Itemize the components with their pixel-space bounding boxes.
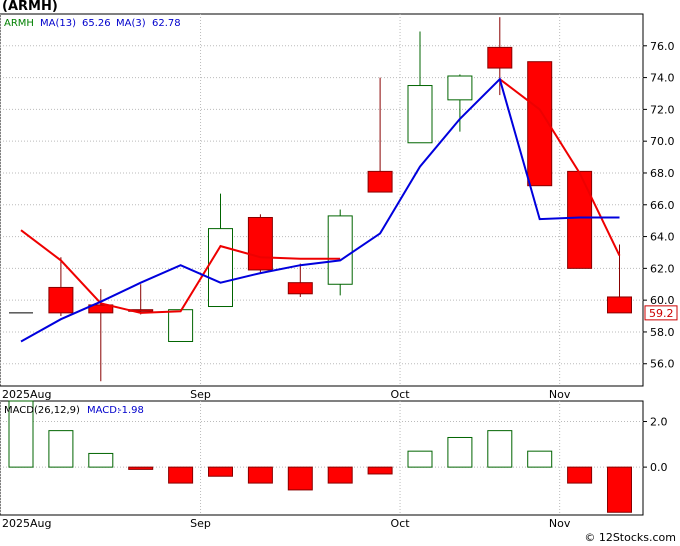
candle-body	[168, 309, 194, 342]
price-x-label: 2025Aug	[2, 388, 51, 401]
legend-ma3-label: MA(3)	[116, 18, 146, 29]
price-legend: ARMH MA(13) 65.26 MA(3) 62.78	[4, 18, 181, 29]
price-x-axis: 2025Aug Sep Oct Nov	[2, 388, 571, 401]
macd-panel: 2.0 0.0 MACD(26,12,9) MACD: -1.98	[0, 400, 668, 516]
price-x-label: Sep	[190, 388, 211, 401]
candle-body	[247, 216, 273, 271]
price-tick-label: 66.0	[650, 199, 675, 212]
price-panel: 56.0 58.0 60.0 62.0 64.0 66.0 68.0 70.0 72.0 74.0…	[0, 13, 678, 387]
macd-bar	[48, 430, 74, 468]
candle-body	[367, 170, 393, 193]
price-tick-label: 68.0	[650, 167, 675, 180]
legend-ma13-label: MA(13)	[40, 18, 76, 29]
candle-body	[567, 170, 593, 269]
macd-bar	[607, 466, 632, 513]
candle-body	[447, 75, 473, 101]
price-tick-label: 58.0	[650, 326, 675, 339]
price-tick-label: 62.0	[650, 262, 675, 275]
candle-body	[48, 286, 74, 314]
macd-x-label: Sep	[190, 517, 211, 530]
macd-x-axis: 2025Aug Sep Oct Nov	[2, 517, 571, 530]
macd-bar	[247, 466, 273, 484]
macd-bar	[527, 450, 553, 468]
price-tick-label: 70.0	[650, 135, 675, 148]
macd-x-label: 2025Aug	[2, 517, 51, 530]
stock-chart: 56.0 58.0 60.0 62.0 64.0 66.0 68.0 70.0 72.0 74.0…	[0, 13, 678, 530]
price-y-axis: 56.0 58.0 60.0 62.0 64.0 66.0 68.0 70.0 72.0 74.0…	[643, 40, 675, 371]
legend-ticker: ARMH	[4, 18, 34, 29]
macd-bar	[88, 452, 114, 468]
macd-bar	[487, 430, 513, 468]
price-tick-label: 72.0	[650, 103, 675, 116]
macd-tick-label: 2.0	[650, 416, 668, 429]
price-x-label: Nov	[549, 388, 571, 401]
macd-x-label: Nov	[549, 517, 571, 530]
macd-bar	[327, 466, 353, 484]
candle-body	[327, 215, 353, 285]
macd-y-axis: 2.0 0.0	[643, 416, 668, 474]
candle-body	[208, 228, 233, 308]
price-tick-label: 76.0	[650, 40, 675, 53]
macd-tick-label: 0.0	[650, 461, 668, 474]
legend-ma3-value: 62.78	[152, 18, 181, 29]
macd-legend-value: -1.98	[118, 405, 144, 416]
candle-body	[287, 282, 313, 295]
macd-bar	[407, 450, 433, 468]
legend-ma13-value: 65.26	[82, 18, 111, 29]
credit-text: © 12Stocks.com	[584, 531, 676, 544]
candle-body	[607, 296, 632, 314]
macd-bar	[168, 466, 194, 484]
price-tick-label: 56.0	[650, 358, 675, 371]
last-price-marker: 59.2	[644, 305, 678, 321]
candle-body	[407, 85, 433, 144]
macd-legend-value-label: MACD:	[87, 405, 120, 416]
macd-bar	[367, 466, 393, 475]
candle-body	[487, 46, 513, 69]
price-tick-label: 64.0	[650, 231, 675, 244]
price-tick-label: 60.0	[650, 294, 675, 307]
price-tick-label: 74.0	[650, 72, 675, 85]
macd-bar	[567, 466, 593, 484]
macd-x-label: Oct	[391, 517, 411, 530]
macd-bar	[287, 466, 313, 491]
price-x-label: Oct	[391, 388, 411, 401]
macd-legend-label: MACD(26,12,9)	[4, 405, 80, 416]
macd-bar	[128, 466, 154, 470]
last-price-label: 59.2	[649, 307, 674, 320]
macd-bar	[447, 436, 473, 468]
macd-bar	[208, 466, 233, 477]
